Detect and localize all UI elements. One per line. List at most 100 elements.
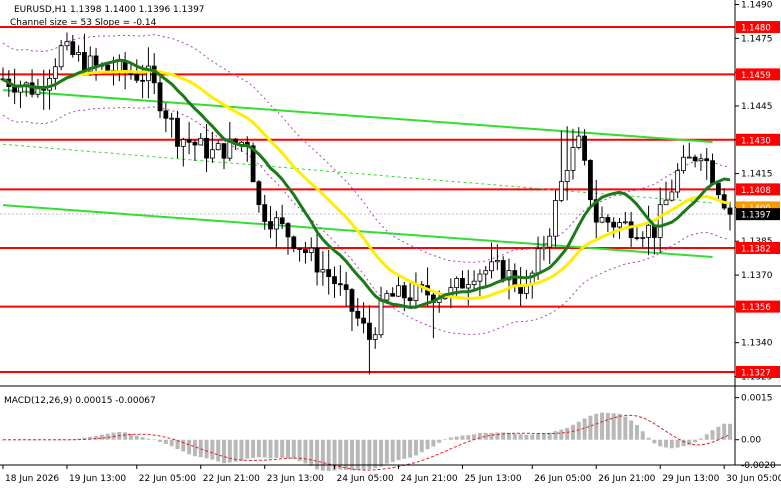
candle-body bbox=[622, 221, 628, 224]
macd-bar bbox=[285, 439, 290, 459]
macd-bar bbox=[472, 434, 477, 440]
macd-bar bbox=[320, 439, 325, 471]
macd-bar bbox=[594, 413, 599, 440]
macd-bar bbox=[425, 439, 430, 450]
candle-body bbox=[681, 156, 686, 172]
macd-bar bbox=[349, 439, 354, 471]
macd-bar bbox=[710, 430, 715, 440]
macd-bar bbox=[291, 439, 296, 459]
candle-body bbox=[494, 260, 500, 263]
macd-bar bbox=[600, 412, 605, 440]
macd-bar bbox=[152, 439, 157, 441]
macd-bar bbox=[629, 420, 634, 440]
macd-bar bbox=[192, 439, 197, 457]
current-price-tag: 1.1397 bbox=[741, 211, 771, 221]
macd-bar bbox=[437, 439, 442, 443]
macd-bar bbox=[559, 429, 564, 440]
macd-bar bbox=[251, 439, 256, 458]
macd-bar bbox=[448, 437, 453, 440]
candle-body bbox=[553, 200, 558, 237]
candle-body bbox=[58, 45, 64, 68]
level-tag-1.1430: 1.1430 bbox=[741, 136, 771, 146]
macd-bar bbox=[640, 431, 645, 440]
macd-bar bbox=[716, 426, 721, 440]
macd-bar bbox=[379, 439, 384, 467]
candle-body bbox=[215, 143, 221, 151]
candle-body bbox=[611, 221, 617, 228]
candle-body bbox=[134, 73, 140, 81]
level-tag-1.1480: 1.1480 bbox=[741, 24, 771, 34]
candle-body bbox=[500, 260, 506, 281]
candle-body bbox=[378, 299, 384, 336]
candle-body bbox=[698, 158, 704, 162]
candle-body bbox=[285, 223, 291, 238]
candle-body bbox=[570, 147, 576, 171]
candle-body bbox=[268, 221, 273, 230]
price-tick-label: 1.1340 bbox=[741, 339, 773, 349]
candle-body bbox=[477, 273, 483, 282]
symbol-header: EURUSD,H1 1.1398 1.1400 1.1396 1.1397 bbox=[14, 5, 205, 15]
macd-bar bbox=[396, 439, 401, 461]
time-tick-label: 19 Jun 13:00 bbox=[69, 474, 126, 484]
price-tick-label: 1.1445 bbox=[741, 102, 773, 112]
time-tick-label: 25 Jun 13:00 bbox=[464, 474, 521, 484]
macd-tick-label: 0.00 bbox=[741, 436, 761, 446]
macd-tick-label: 0.0015 bbox=[741, 394, 773, 404]
chart-background bbox=[0, 0, 781, 489]
macd-bar bbox=[140, 437, 145, 440]
macd-bar bbox=[262, 439, 267, 458]
macd-bar bbox=[536, 433, 541, 440]
candle-body bbox=[710, 160, 715, 184]
macd-bar bbox=[530, 434, 535, 440]
macd-bar bbox=[664, 439, 669, 448]
candle-body bbox=[262, 204, 268, 222]
candle-body bbox=[332, 276, 337, 285]
candle-body bbox=[471, 280, 477, 285]
candle-body bbox=[52, 66, 58, 79]
candle-body bbox=[558, 181, 564, 201]
candle-body bbox=[320, 269, 326, 273]
candle-body bbox=[588, 159, 593, 201]
price-tick-label: 1.1475 bbox=[741, 34, 773, 44]
candle-body bbox=[326, 269, 332, 278]
macd-bar bbox=[373, 439, 378, 469]
candle-body bbox=[35, 88, 41, 95]
candle-body bbox=[273, 217, 279, 230]
chart: 1.14901.14751.14601.14451.14301.14151.14… bbox=[0, 0, 781, 489]
macd-bar bbox=[431, 439, 436, 447]
macd-bar bbox=[326, 439, 331, 471]
time-tick-label: 22 Jun 05:00 bbox=[139, 474, 196, 484]
time-tick-label: 30 Jun 05:00 bbox=[726, 474, 781, 484]
macd-bar bbox=[518, 434, 523, 440]
candle-body bbox=[82, 52, 87, 72]
candle-body bbox=[646, 224, 651, 238]
channel-header: Channel size = 53 Slope = -0.14 bbox=[10, 18, 157, 28]
macd-bar bbox=[146, 438, 151, 440]
candle-body bbox=[151, 65, 157, 84]
candle-body bbox=[169, 117, 175, 120]
candle-body bbox=[704, 158, 710, 162]
candle-body bbox=[256, 181, 262, 206]
candle-body bbox=[64, 41, 70, 47]
time-tick-label: 24 Jun 21:00 bbox=[400, 474, 457, 484]
candle-body bbox=[489, 261, 494, 272]
macd-bar bbox=[553, 431, 558, 440]
candle-body bbox=[308, 247, 314, 253]
candle-body bbox=[105, 64, 111, 71]
candle-body bbox=[599, 217, 605, 223]
candle-body bbox=[692, 156, 698, 162]
macd-bar bbox=[134, 435, 139, 440]
candle-body bbox=[367, 322, 372, 340]
macd-bar bbox=[605, 412, 610, 440]
candle-body bbox=[93, 55, 99, 66]
candle-body bbox=[47, 78, 52, 91]
macd-bar bbox=[204, 439, 209, 459]
price-tick-label: 1.1490 bbox=[741, 1, 773, 11]
macd-bar bbox=[169, 439, 174, 447]
macd-bar bbox=[466, 435, 471, 440]
macd-bar bbox=[588, 415, 593, 440]
macd-bar bbox=[693, 439, 698, 443]
candle-body bbox=[605, 217, 611, 223]
candle-body bbox=[564, 170, 570, 183]
candle-body bbox=[175, 117, 180, 147]
